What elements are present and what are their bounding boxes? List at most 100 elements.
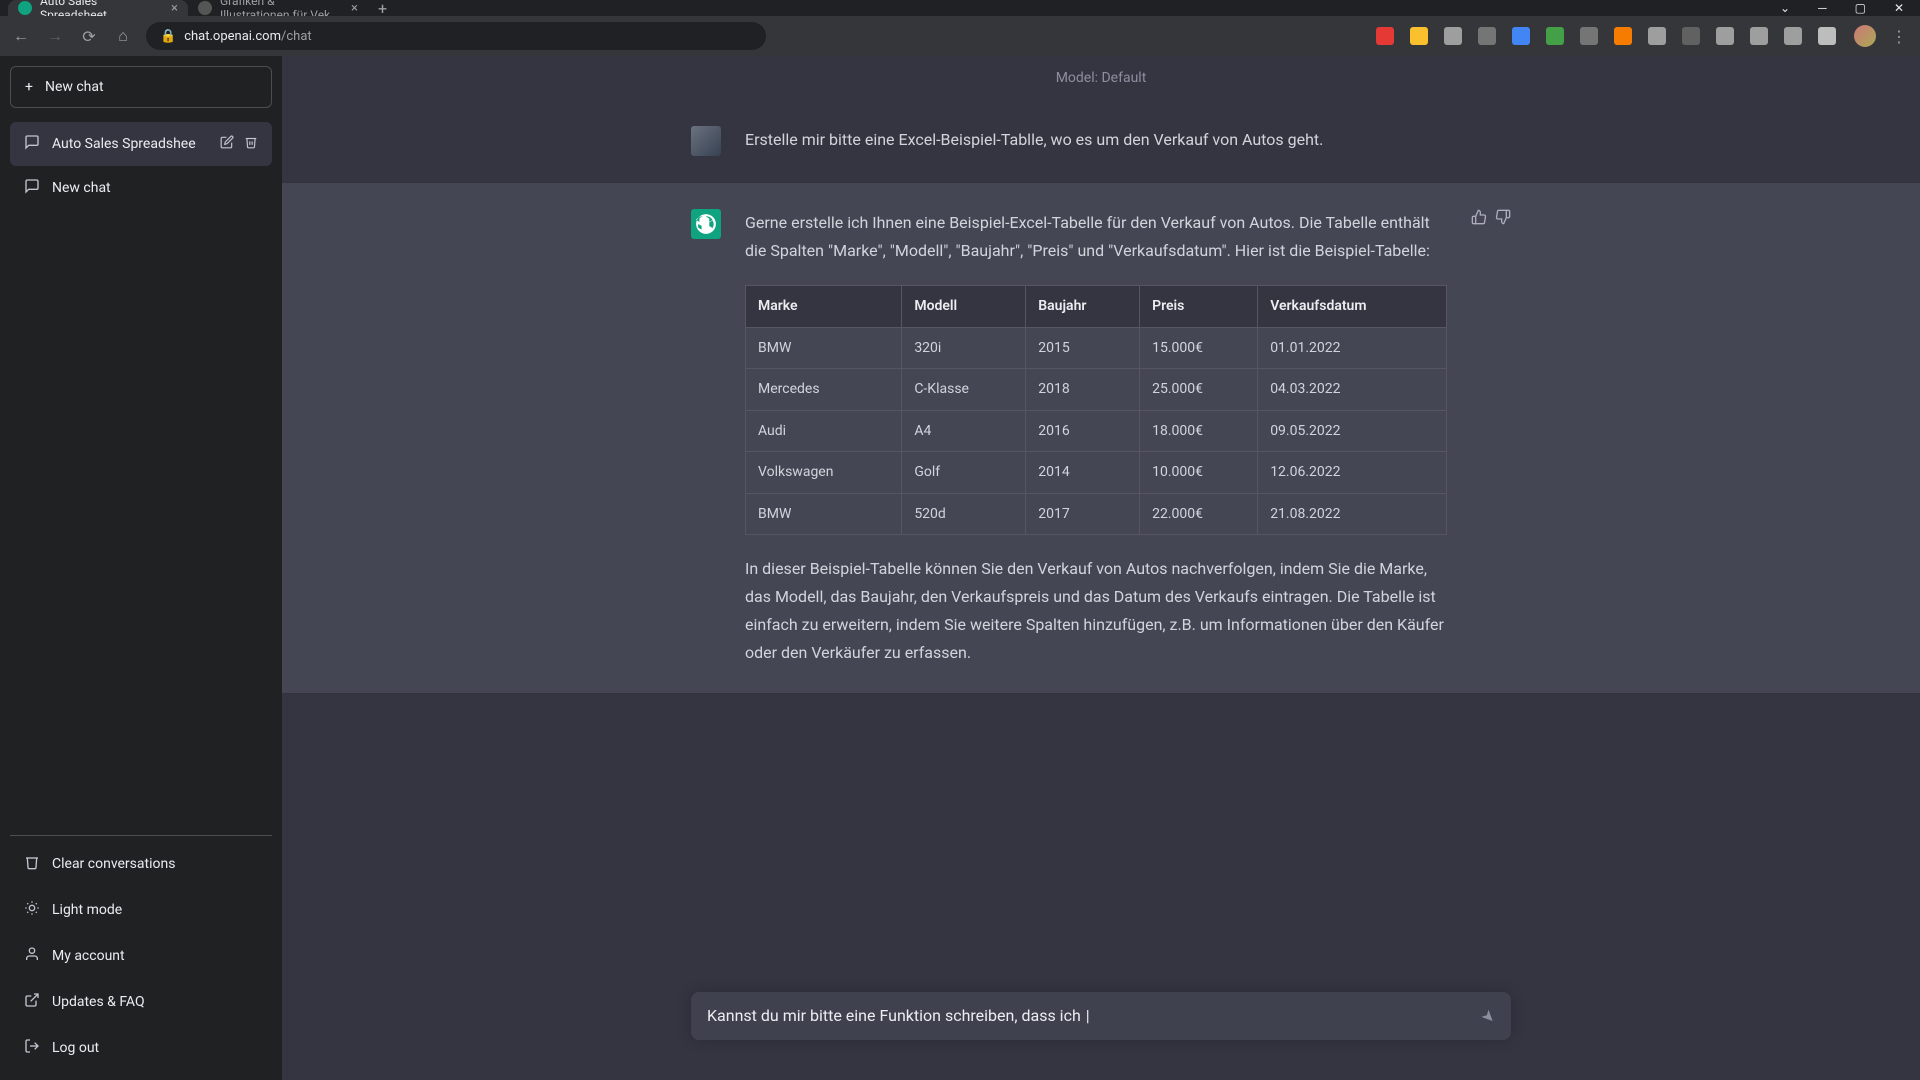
light-mode-button[interactable]: Light mode [10,888,272,932]
nav-bar: ← → ⟳ ⌂ 🔒 chat.openai.com/chat ⋮ [0,16,1920,56]
plus-icon: + [25,79,33,95]
example-table: MarkeModellBaujahrPreisVerkaufsdatum BMW… [745,285,1447,535]
message-input-box[interactable]: Kannst du mir bitte eine Funktion schrei… [691,992,1511,1040]
extension-icon[interactable] [1512,27,1530,45]
table-cell: 2017 [1026,493,1140,535]
sidebar-item-label: New chat [52,180,258,196]
chat-icon [24,134,40,154]
back-icon[interactable]: ← [10,25,32,47]
main-content: Model: Default Erstelle mir bitte eine E… [282,56,1920,1080]
extension-icon[interactable] [1648,27,1666,45]
browser-tab[interactable]: Grafiken & Illustrationen für Vek × [188,0,368,16]
url-path: /chat [281,29,312,44]
table-cell: 2016 [1026,410,1140,452]
table-header: Marke [746,286,902,328]
table-cell: 21.08.2022 [1258,493,1447,535]
browser-tab-active[interactable]: Auto Sales Spreadsheet. × [8,0,188,16]
sidebar-item-label: Clear conversations [52,856,175,872]
minimize-icon[interactable]: ─ [1818,1,1827,15]
extension-icon[interactable] [1682,27,1700,45]
table-cell: Volkswagen [746,452,902,494]
logout-icon [24,1038,40,1058]
extension-icon[interactable] [1818,27,1836,45]
extension-icon[interactable] [1784,27,1802,45]
extension-icon[interactable] [1750,27,1768,45]
table-cell: 2014 [1026,452,1140,494]
my-account-button[interactable]: My account [10,934,272,978]
sidebar-item-label: Light mode [52,902,122,918]
user-avatar [691,126,721,156]
table-cell: 10.000€ [1140,452,1258,494]
sidebar-item-conversation[interactable]: Auto Sales Spreadshee [10,122,272,166]
thumbs-up-icon[interactable] [1471,209,1487,667]
table-cell: BMW [746,493,902,535]
chat-icon [24,178,40,198]
table-row: MercedesC-Klasse201825.000€04.03.2022 [746,369,1447,411]
sidebar-item-label: Updates & FAQ [52,994,145,1010]
home-icon[interactable]: ⌂ [112,25,134,47]
table-cell: A4 [902,410,1026,452]
tab-title: Grafiken & Illustrationen für Vek [220,0,343,16]
window-controls: ⌄ ─ ▢ ✕ [1780,1,1920,15]
extension-icon[interactable] [1546,27,1564,45]
table-cell: 12.06.2022 [1258,452,1447,494]
table-cell: 09.05.2022 [1258,410,1447,452]
table-row: VolkswagenGolf201410.000€12.06.2022 [746,452,1447,494]
table-cell: 520d [902,493,1026,535]
sidebar-item-conversation[interactable]: New chat [10,166,272,210]
table-cell: BMW [746,327,902,369]
sidebar-item-label: My account [52,948,125,964]
table-cell: Mercedes [746,369,902,411]
extension-icon[interactable] [1376,27,1394,45]
table-cell: 15.000€ [1140,327,1258,369]
assistant-avatar [691,209,721,239]
clear-conversations-button[interactable]: Clear conversations [10,842,272,886]
sidebar: + New chat Auto Sales Spreadshee New cha… [0,56,282,1080]
tab-bar: Auto Sales Spreadsheet. × Grafiken & Ill… [0,0,1920,16]
updates-faq-button[interactable]: Updates & FAQ [10,980,272,1024]
table-row: AudiA4201618.000€09.05.2022 [746,410,1447,452]
external-link-icon [24,992,40,1012]
extension-icons [1376,27,1842,45]
extension-icon[interactable] [1580,27,1598,45]
message-input[interactable]: Kannst du mir bitte eine Funktion schrei… [707,1004,1482,1028]
forward-icon[interactable]: → [44,25,66,47]
table-cell: 25.000€ [1140,369,1258,411]
menu-icon[interactable]: ⋮ [1888,25,1910,47]
reload-icon[interactable]: ⟳ [78,25,100,47]
table-cell: 320i [902,327,1026,369]
url-bar[interactable]: 🔒 chat.openai.com/chat [146,22,766,50]
thumbs-down-icon[interactable] [1495,209,1511,667]
close-icon[interactable]: × [351,1,358,16]
chevron-down-icon[interactable]: ⌄ [1780,1,1790,15]
table-header: Verkaufsdatum [1258,286,1447,328]
trash-icon[interactable] [244,135,258,153]
edit-icon[interactable] [220,135,234,153]
new-chat-button[interactable]: + New chat [10,66,272,108]
close-icon[interactable]: × [171,1,178,16]
table-header: Modell [902,286,1026,328]
browser-chrome: Auto Sales Spreadsheet. × Grafiken & Ill… [0,0,1920,56]
logout-button[interactable]: Log out [10,1026,272,1070]
model-label: Model: Default [282,56,1920,100]
table-cell: 2015 [1026,327,1140,369]
sidebar-item-label: Auto Sales Spreadshee [52,136,208,152]
extension-icon[interactable] [1478,27,1496,45]
new-tab-button[interactable]: + [368,0,397,18]
extension-icon[interactable] [1410,27,1428,45]
table-cell: 18.000€ [1140,410,1258,452]
maximize-icon[interactable]: ▢ [1855,1,1866,15]
extension-icon[interactable] [1716,27,1734,45]
assistant-outro: In dieser Beispiel-Tabelle können Sie de… [745,555,1447,667]
lock-icon: 🔒 [160,29,176,44]
extension-icon[interactable] [1444,27,1462,45]
message-text: Gerne erstelle ich Ihnen eine Beispiel-E… [745,209,1447,667]
chat-area: Erstelle mir bitte eine Excel-Beispiel-T… [282,100,1920,1080]
close-icon[interactable]: ✕ [1894,1,1904,15]
url-host: chat.openai.com [184,29,281,44]
sun-icon [24,900,40,920]
profile-avatar[interactable] [1854,25,1876,47]
extension-icon[interactable] [1614,27,1632,45]
message-text: Erstelle mir bitte eine Excel-Beispiel-T… [745,126,1447,156]
feedback-buttons [1471,209,1511,667]
